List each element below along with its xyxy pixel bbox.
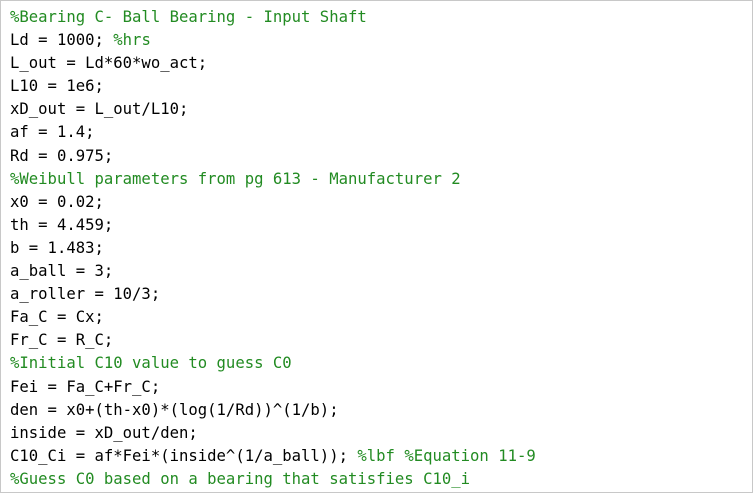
code-line-19[interactable]: inside = xD_out/den; [10, 422, 536, 445]
code-line-13[interactable]: a_roller = 10/3; [10, 283, 536, 306]
code-line-14[interactable]: Fa_C = Cx; [10, 306, 536, 329]
code-line-7[interactable]: Rd = 0.975; [10, 145, 536, 168]
code-text: x0 = 0.02; [10, 192, 104, 211]
code-text: Rd = 0.975; [10, 146, 114, 165]
code-line-20[interactable]: C10_Ci = af*Fei*(inside^(1/a_ball)); %lb… [10, 445, 536, 468]
code-line-5[interactable]: xD_out = L_out/L10; [10, 98, 536, 121]
code-comment: %lbf %Equation 11-9 [357, 446, 536, 465]
code-line-12[interactable]: a_ball = 3; [10, 260, 536, 283]
code-comment: %hrs [113, 31, 151, 50]
code-text: Fr_C = R_C; [10, 331, 114, 350]
code-text: a_roller = 10/3; [10, 285, 161, 304]
code-area[interactable]: %Bearing C- Ball Bearing - Input Shaft L… [10, 6, 536, 491]
code-line-6[interactable]: af = 1.4; [10, 121, 536, 144]
code-text: b = 1.483; [10, 238, 104, 257]
code-comment: %Bearing C- Ball Bearing - Input Shaft [10, 8, 367, 26]
code-editor[interactable]: %Bearing C- Ball Bearing - Input Shaft L… [0, 0, 753, 493]
code-line-8[interactable]: %Weibull parameters from pg 613 - Manufa… [10, 168, 536, 191]
code-comment: %Weibull parameters from pg 613 - Manufa… [10, 169, 461, 188]
code-line-2[interactable]: Ld = 1000; %hrs [10, 29, 536, 52]
code-comment: %Initial C10 value to guess C0 [10, 354, 292, 373]
code-text: inside = xD_out/den; [10, 423, 198, 442]
code-line-1[interactable]: %Bearing C- Ball Bearing - Input Shaft [10, 6, 536, 29]
code-text: Fei = Fa_C+Fr_C; [10, 377, 161, 396]
code-text: L_out = Ld*60*wo_act; [10, 54, 208, 73]
code-comment: %Guess C0 based on a bearing that satisf… [10, 469, 471, 488]
code-line-11[interactable]: b = 1.483; [10, 237, 536, 260]
code-text: af = 1.4; [10, 123, 95, 142]
code-text: C10_Ci = af*Fei*(inside^(1/a_ball)); [10, 446, 358, 465]
code-text: Ld = 1000; [10, 31, 114, 50]
code-line-10[interactable]: th = 4.459; [10, 214, 536, 237]
code-line-4[interactable]: L10 = 1e6; [10, 75, 536, 98]
code-line-15[interactable]: Fr_C = R_C; [10, 329, 536, 352]
code-text: Fa_C = Cx; [10, 308, 104, 327]
code-line-21[interactable]: %Guess C0 based on a bearing that satisf… [10, 468, 536, 491]
code-line-3[interactable]: L_out = Ld*60*wo_act; [10, 52, 536, 75]
code-line-16[interactable]: %Initial C10 value to guess C0 [10, 352, 536, 375]
code-line-17[interactable]: Fei = Fa_C+Fr_C; [10, 376, 536, 399]
code-text: den = x0+(th-x0)*(log(1/Rd))^(1/b); [10, 400, 339, 419]
code-line-18[interactable]: den = x0+(th-x0)*(log(1/Rd))^(1/b); [10, 399, 536, 422]
code-text: a_ball = 3; [10, 262, 114, 281]
code-line-9[interactable]: x0 = 0.02; [10, 191, 536, 214]
code-text: th = 4.459; [10, 215, 114, 234]
code-text: xD_out = L_out/L10; [10, 100, 189, 119]
code-text: L10 = 1e6; [10, 77, 104, 96]
